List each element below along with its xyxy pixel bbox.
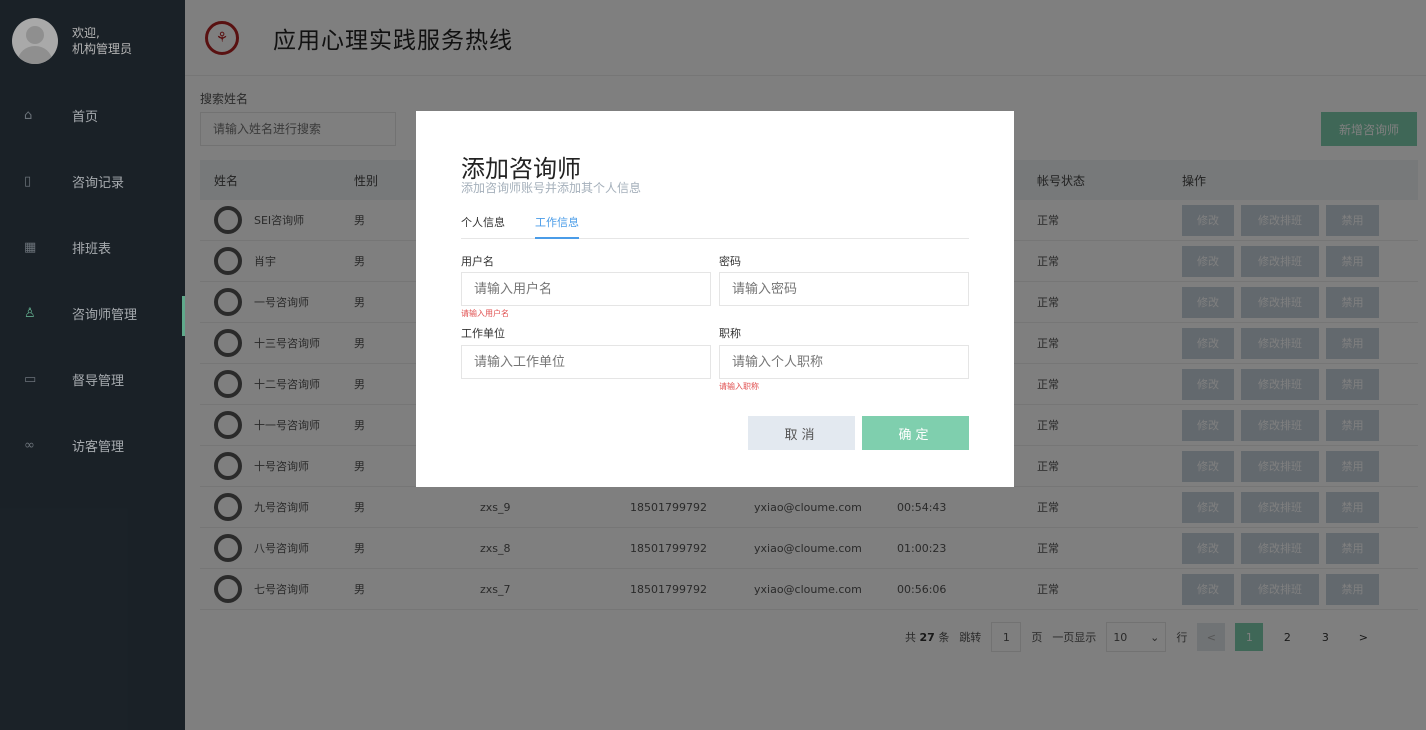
password-field[interactable]: [719, 272, 969, 306]
add-counselor-dialog: 添加咨询师 添加咨询师账号并添加其个人信息 个人信息 工作信息 用户名 请输入用…: [416, 111, 1014, 487]
job-title-error: 请输入职称: [719, 382, 759, 391]
cancel-button[interactable]: 取消: [748, 416, 855, 450]
username-error: 请输入用户名: [461, 309, 509, 318]
sidebar-overlay: [0, 0, 185, 730]
password-label: 密码: [719, 255, 741, 268]
tab-work-info[interactable]: 工作信息: [535, 215, 579, 239]
work-unit-label: 工作单位: [461, 327, 505, 340]
tab-personal-info[interactable]: 个人信息: [461, 215, 505, 239]
username-field[interactable]: [461, 272, 711, 306]
work-unit-field[interactable]: [461, 345, 711, 379]
username-label: 用户名: [461, 255, 494, 268]
job-title-label: 职称: [719, 327, 741, 340]
dialog-subtitle: 添加咨询师账号并添加其个人信息: [461, 181, 642, 195]
job-title-field[interactable]: [719, 345, 969, 379]
dialog-tabs: 个人信息 工作信息: [461, 215, 969, 239]
confirm-button[interactable]: 确定: [862, 416, 969, 450]
